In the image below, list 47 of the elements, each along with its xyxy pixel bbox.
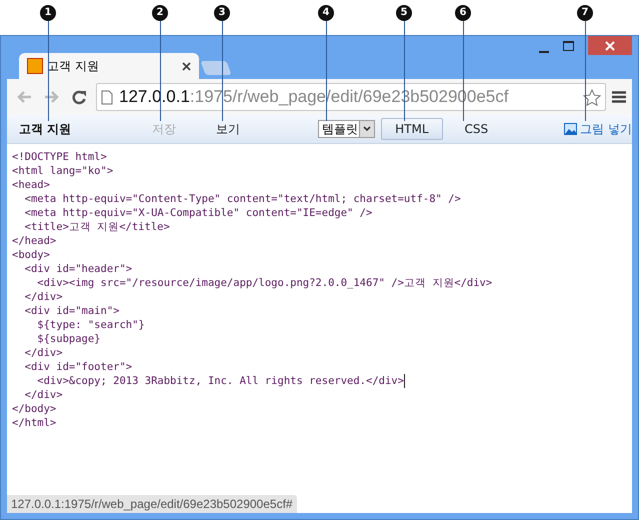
- callout-number: 6: [455, 5, 471, 21]
- forward-icon[interactable]: [44, 90, 60, 104]
- new-tab-button[interactable]: [200, 61, 232, 75]
- code-line: <head>: [12, 178, 50, 192]
- callout-number: 4: [318, 5, 334, 21]
- callout-number: 3: [214, 5, 230, 21]
- code-line: </div>: [24, 290, 63, 304]
- template-dropdown[interactable]: 템플릿: [318, 120, 376, 138]
- insert-image-link[interactable]: 그림 넣기: [564, 120, 632, 138]
- caret-icon: [363, 126, 372, 132]
- mode-tab[interactable]: HTML: [381, 118, 443, 140]
- code-line: ${type: "search"}: [36, 318, 145, 332]
- code-line: </body>: [12, 402, 56, 416]
- code-line: <div id="main">: [24, 304, 120, 318]
- callout-number: 7: [577, 5, 593, 21]
- code-line: <div><img src="/resource/image/app/logo.png?2.0.0_1467" />고객 지원</div>: [36, 276, 492, 290]
- code-line: <meta http-equiv="Content-Type" content="text/html; charset=utf-8" />: [24, 192, 461, 206]
- picture-icon: [564, 123, 578, 135]
- close-icon[interactable]: [182, 62, 191, 70]
- maximize-icon[interactable]: [563, 41, 574, 51]
- callout-number: 2: [152, 5, 168, 21]
- close-icon: [605, 40, 615, 50]
- code-line: <meta http-equiv="X-UA-Compatible" content="IE=edge" />: [24, 206, 372, 220]
- code-line: <div>&copy; 2013 3Rabbitz, Inc. All rights reserved.</div>: [12, 374, 405, 388]
- code-line: ${subpage}: [36, 332, 101, 346]
- code-line: </div>: [24, 388, 63, 402]
- code-line: </div>: [24, 346, 63, 360]
- status-bar-url: 127.0.0.1:1975/r/web_page/edit/69e23b502900e5cf#: [7, 495, 297, 513]
- code-line: <body>: [12, 248, 50, 262]
- close-button[interactable]: [588, 36, 632, 55]
- favicon-icon: [27, 58, 43, 74]
- star-icon[interactable]: [583, 88, 601, 106]
- mode-tab[interactable]: CSS: [450, 118, 502, 140]
- code-line: <div id="header">: [24, 262, 132, 276]
- page-icon: [101, 90, 113, 104]
- callout-number: 5: [396, 5, 412, 21]
- page-title: 고객 지원: [19, 120, 72, 138]
- reload-icon[interactable]: [72, 90, 87, 104]
- code-line: </html>: [12, 416, 56, 430]
- code-line: <div id="footer">: [24, 360, 132, 374]
- code-line: <title>고객 지원</title>: [24, 220, 170, 234]
- code-line: </head>: [12, 234, 56, 248]
- menu-icon[interactable]: [612, 91, 626, 103]
- toolbar-link[interactable]: 보기: [216, 120, 240, 138]
- code-line: <!DOCTYPE html>: [12, 150, 107, 164]
- callout-number: 1: [40, 5, 56, 21]
- code-line: <html lang="ko">: [12, 164, 114, 178]
